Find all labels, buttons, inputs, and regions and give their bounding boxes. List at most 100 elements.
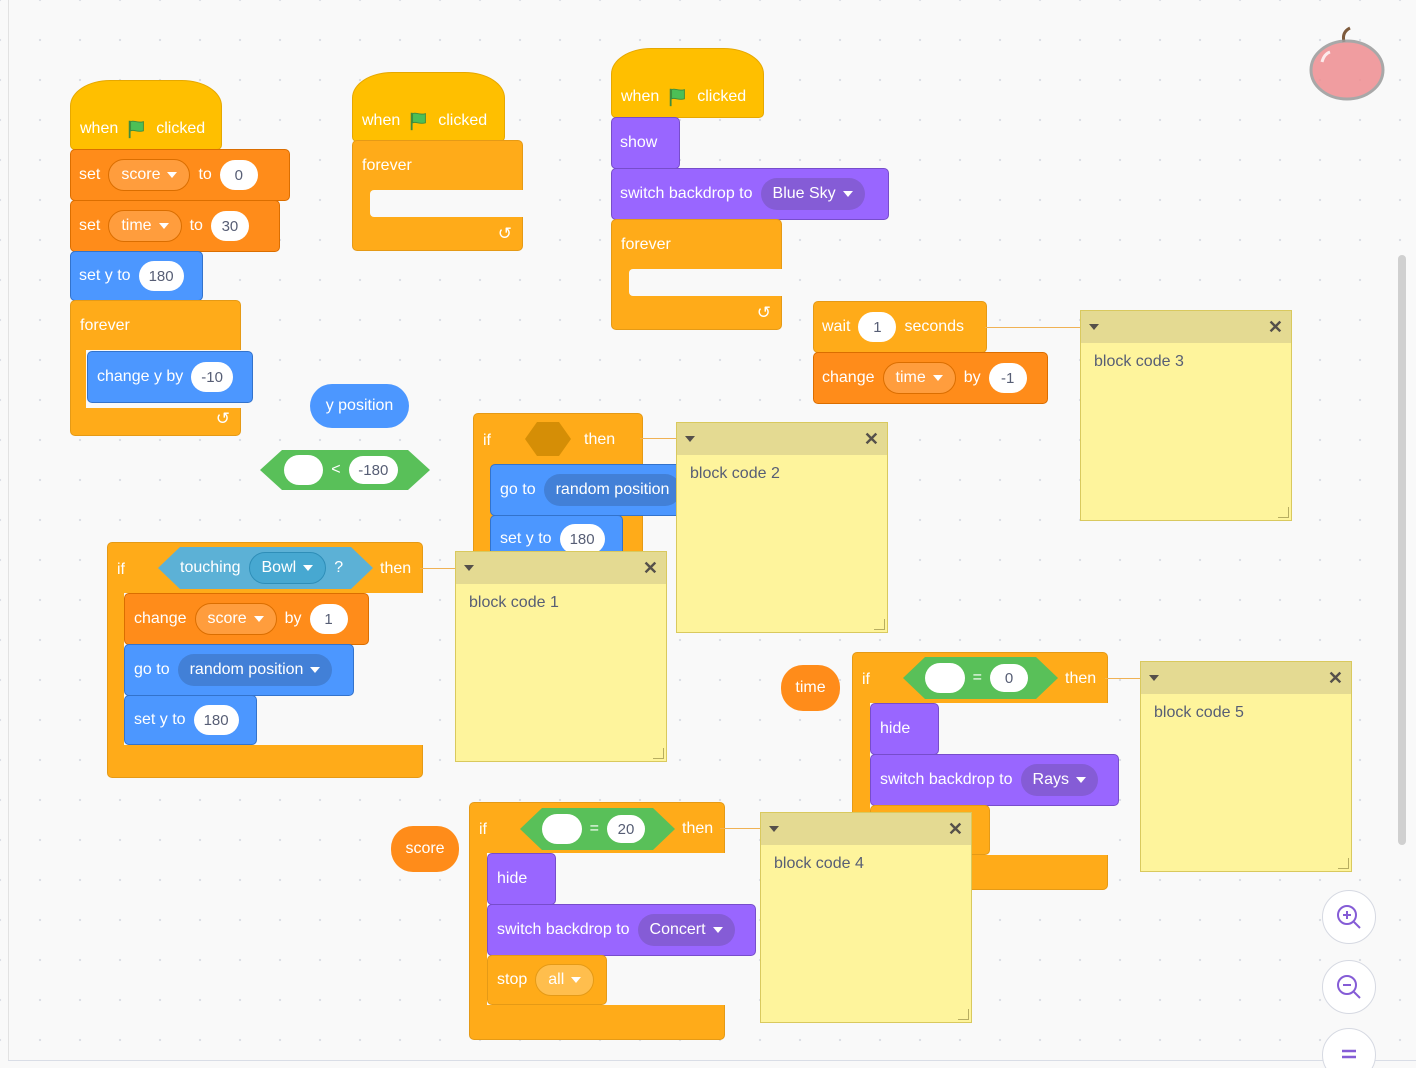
resize-handle-icon[interactable]: [1278, 507, 1289, 518]
value-input[interactable]: 180: [559, 524, 605, 554]
backdrop-dropdown[interactable]: Concert: [637, 914, 735, 946]
value-input[interactable]: 0: [990, 664, 1028, 692]
time-reporter[interactable]: time: [781, 665, 840, 711]
switch-backdrop-block[interactable]: switch backdrop to Rays: [870, 754, 1119, 806]
collapse-icon[interactable]: [1089, 324, 1099, 330]
value-input[interactable]: -180: [349, 456, 398, 484]
stop-option-dropdown[interactable]: all: [535, 964, 595, 996]
resize-handle-icon[interactable]: [958, 1009, 969, 1020]
y-position-reporter[interactable]: y position: [310, 384, 409, 428]
resize-handle-icon[interactable]: [1338, 858, 1349, 869]
variable-dropdown[interactable]: time: [882, 362, 956, 394]
collapse-icon[interactable]: [1149, 675, 1159, 681]
value-input[interactable]: -10: [191, 362, 233, 392]
comment-note[interactable]: ✕ block code 3: [1080, 310, 1292, 521]
comment-text[interactable]: block code 5: [1141, 694, 1351, 732]
set-y-block[interactable]: set y to 180: [70, 251, 203, 301]
wait-seconds-block[interactable]: wait 1 seconds: [813, 301, 987, 353]
comment-note[interactable]: ✕ block code 1: [455, 551, 667, 762]
backdrop-dropdown[interactable]: Rays: [1020, 764, 1098, 796]
value-input[interactable]: 20: [607, 815, 645, 843]
position-dropdown[interactable]: random position: [543, 474, 682, 506]
change-score-block[interactable]: change score by 1: [124, 593, 369, 645]
when-flag-clicked-hat[interactable]: when clicked: [70, 80, 222, 150]
variable-name: time: [121, 217, 152, 234]
equals-operator[interactable]: = 20: [520, 808, 675, 850]
comment-text[interactable]: block code 2: [677, 455, 887, 493]
set-y-block[interactable]: set y to 180: [124, 695, 257, 745]
comment-note[interactable]: ✕ block code 4: [760, 812, 972, 1023]
variable-dropdown[interactable]: score: [194, 603, 277, 635]
empty-input[interactable]: [925, 663, 965, 693]
value-input[interactable]: 1: [858, 312, 897, 342]
close-icon[interactable]: ✕: [948, 819, 963, 840]
comment-text[interactable]: block code 4: [761, 845, 971, 883]
chevron-down-icon: [1075, 777, 1086, 783]
apple-sprite-icon: [1309, 26, 1385, 101]
when-flag-clicked-hat[interactable]: when clicked: [352, 72, 505, 142]
resize-handle-icon[interactable]: [874, 619, 885, 630]
variable-name: score: [207, 610, 247, 627]
switch-backdrop-block[interactable]: switch backdrop to Concert: [487, 904, 756, 956]
hide-block[interactable]: hide: [870, 703, 939, 755]
touching-sensing-block[interactable]: touching Bowl ?: [158, 547, 373, 589]
comment-note[interactable]: ✕ block code 2: [676, 422, 888, 633]
comment-header[interactable]: ✕: [761, 813, 971, 845]
when-flag-clicked-hat[interactable]: when clicked: [611, 48, 764, 118]
hide-block[interactable]: hide: [487, 853, 556, 905]
value-input[interactable]: 1: [309, 604, 348, 634]
close-icon[interactable]: ✕: [864, 429, 879, 450]
by-label: by: [963, 369, 981, 386]
go-to-block[interactable]: go to random position: [490, 464, 690, 516]
collapse-icon[interactable]: [769, 826, 779, 832]
variable-dropdown[interactable]: time: [108, 210, 182, 242]
collapse-icon[interactable]: [464, 565, 474, 571]
object-dropdown[interactable]: Bowl: [249, 552, 327, 584]
go-to-block[interactable]: go to random position: [124, 644, 354, 696]
set-score-block[interactable]: set score to 0: [70, 149, 290, 201]
backdrop-dropdown[interactable]: Blue Sky: [760, 178, 865, 210]
code-workspace[interactable]: when clicked set score to 0 set time to …: [0, 0, 1416, 1068]
comment-note[interactable]: ✕ block code 5: [1140, 661, 1352, 872]
chevron-down-icon: [571, 977, 582, 983]
change-time-block[interactable]: change time by -1: [813, 352, 1048, 404]
position-dropdown[interactable]: random position: [177, 654, 333, 686]
switch-backdrop-block[interactable]: switch backdrop to Blue Sky: [611, 168, 889, 220]
comment-text[interactable]: block code 1: [456, 584, 666, 622]
set-y-label: set y to: [79, 267, 131, 284]
value-input[interactable]: -1: [988, 363, 1027, 393]
value-input[interactable]: 30: [210, 211, 249, 241]
close-icon[interactable]: ✕: [1268, 317, 1283, 338]
comment-header[interactable]: ✕: [456, 552, 666, 584]
equals-operator[interactable]: = 0: [903, 657, 1058, 699]
value-input[interactable]: 180: [193, 705, 239, 735]
comment-text[interactable]: block code 3: [1081, 343, 1291, 381]
if-label: if: [483, 432, 491, 449]
collapse-icon[interactable]: [685, 436, 695, 442]
comment-header[interactable]: ✕: [1081, 311, 1291, 343]
resize-handle-icon[interactable]: [653, 748, 664, 759]
variable-dropdown[interactable]: score: [108, 159, 191, 191]
chevron-down-icon: [310, 667, 321, 673]
equals-symbol: =: [972, 669, 982, 686]
comment-header[interactable]: ✕: [677, 423, 887, 455]
zoom-out-button[interactable]: [1322, 960, 1376, 1014]
value-input[interactable]: 0: [219, 160, 258, 190]
close-icon[interactable]: ✕: [643, 558, 658, 579]
score-reporter[interactable]: score: [391, 826, 459, 872]
empty-input[interactable]: [542, 814, 582, 844]
if-label: if: [479, 821, 487, 838]
value-input[interactable]: 180: [138, 261, 184, 291]
zoom-reset-button[interactable]: [1322, 1028, 1376, 1068]
comment-header[interactable]: ✕: [1141, 662, 1351, 694]
change-y-block[interactable]: change y by -10: [87, 351, 253, 403]
less-than-operator[interactable]: < -180: [260, 450, 430, 490]
hide-label: hide: [497, 870, 528, 887]
set-time-block[interactable]: set time to 30: [70, 200, 280, 252]
empty-input[interactable]: [284, 455, 323, 485]
stop-block[interactable]: stop all: [487, 955, 607, 1005]
zoom-in-button[interactable]: [1322, 890, 1376, 944]
vertical-scrollbar[interactable]: [1398, 255, 1406, 845]
show-block[interactable]: show: [611, 117, 680, 169]
close-icon[interactable]: ✕: [1328, 668, 1343, 689]
